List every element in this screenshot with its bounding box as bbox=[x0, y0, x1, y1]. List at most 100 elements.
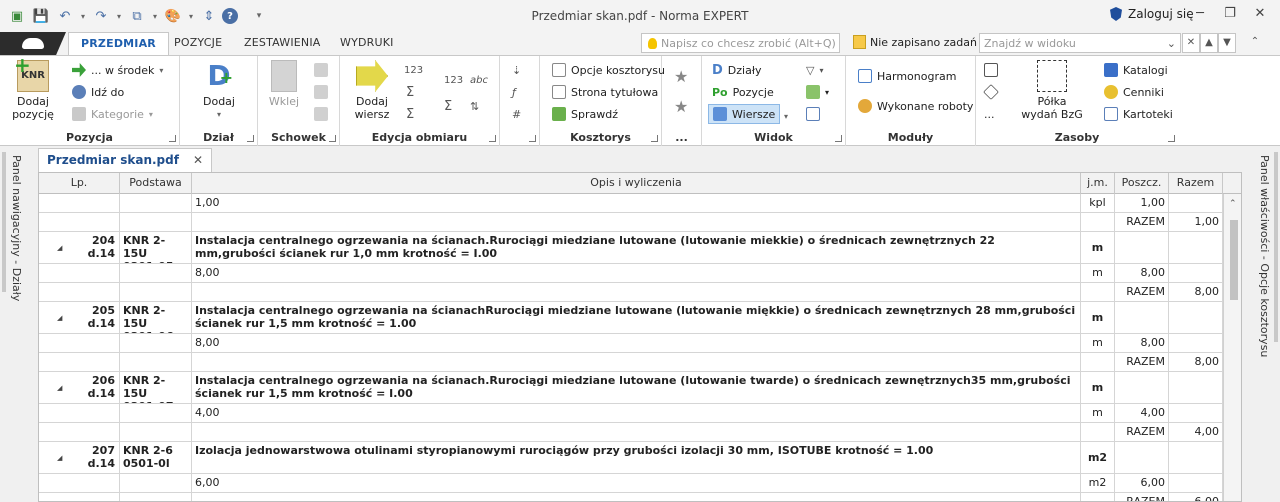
poszcz-cell[interactable] bbox=[1115, 372, 1169, 404]
undo-icon[interactable]: ↶ bbox=[54, 6, 76, 26]
title-page-button[interactable]: Strona tytułowa bbox=[552, 82, 658, 102]
column-header-poszcz[interactable]: Poszcz. bbox=[1115, 173, 1169, 194]
lp-cell[interactable]: ◢ 204 d.14 bbox=[39, 232, 120, 264]
tab-przedmiar[interactable]: PRZEDMIAR bbox=[68, 32, 169, 56]
check-button[interactable]: Sprawdź bbox=[552, 104, 618, 124]
opis-cell[interactable]: 8,00 bbox=[192, 334, 1081, 353]
jm-cell[interactable] bbox=[1081, 493, 1115, 501]
jm-cell[interactable] bbox=[1081, 353, 1115, 372]
sort-numbers-button[interactable]: ⇅ bbox=[470, 96, 479, 116]
scroll-up-icon[interactable]: ⌃ bbox=[1229, 199, 1237, 209]
poszcz-cell[interactable]: 6,00 bbox=[1115, 474, 1169, 493]
razem-cell[interactable]: 6,00 bbox=[1169, 493, 1223, 501]
lp-cell[interactable]: ◢ 205 d.14 bbox=[39, 302, 120, 334]
add-position-button[interactable]: KNR + Dodaj pozycję bbox=[8, 55, 58, 121]
poszcz-cell[interactable]: RAZEM bbox=[1115, 423, 1169, 442]
jm-cell[interactable] bbox=[1081, 423, 1115, 442]
podstawa-cell[interactable] bbox=[120, 474, 192, 493]
close-icon[interactable]: ✕ bbox=[193, 153, 203, 167]
column-header-razem[interactable]: Razem bbox=[1169, 173, 1223, 194]
price-lists-button[interactable]: Cenniki bbox=[1104, 82, 1164, 102]
file-menu-button[interactable] bbox=[0, 32, 66, 55]
opis-cell[interactable]: 8,00 bbox=[192, 264, 1081, 283]
poszcz-cell[interactable]: 8,00 bbox=[1115, 264, 1169, 283]
poszcz-cell[interactable]: RAZEM bbox=[1115, 493, 1169, 501]
lp-cell[interactable] bbox=[39, 353, 120, 372]
poszcz-cell[interactable]: 1,00 bbox=[1115, 194, 1169, 213]
opis-cell[interactable] bbox=[192, 283, 1081, 302]
document-tab[interactable]: Przedmiar skan.pdf ✕ bbox=[38, 148, 213, 172]
jm-cell[interactable]: m bbox=[1081, 302, 1115, 334]
poszcz-cell[interactable]: 4,00 bbox=[1115, 404, 1169, 423]
calculation-row[interactable]: 8,00 m 8,00 bbox=[39, 264, 1223, 283]
total-row[interactable]: RAZEM 6,00 bbox=[39, 493, 1223, 501]
number-mode-button[interactable]: 123 bbox=[444, 70, 463, 90]
function-button[interactable]: ƒ bbox=[512, 82, 516, 102]
total-row[interactable]: RAZEM 8,00 bbox=[39, 353, 1223, 372]
tab-zestawienia[interactable]: ZESTAWIENIA bbox=[244, 36, 321, 49]
opis-cell[interactable]: Instalacja centralnego ogrzewania na ści… bbox=[192, 302, 1081, 334]
right-properties-panel[interactable]: Panel właściwości - Opcje kosztorysu bbox=[1252, 147, 1280, 502]
podstawa-cell[interactable]: KNR 2-15U0301-05 bbox=[120, 232, 192, 264]
razem-cell[interactable]: 1,00 bbox=[1169, 213, 1223, 232]
poszcz-cell[interactable] bbox=[1115, 442, 1169, 474]
razem-cell[interactable] bbox=[1169, 474, 1223, 493]
restore-button[interactable]: ❐ bbox=[1216, 6, 1244, 26]
find-in-view-input[interactable]: Znajdź w widoku ⌄ bbox=[979, 33, 1181, 53]
collapse-ribbon-icon[interactable]: ⌃ bbox=[1246, 33, 1264, 53]
close-button[interactable]: ✕ bbox=[1246, 6, 1274, 26]
paste-button[interactable]: Wklej bbox=[264, 60, 304, 108]
calculation-row[interactable]: 4,00 m 4,00 bbox=[39, 404, 1223, 423]
catalogs-button[interactable]: Katalogi bbox=[1104, 60, 1168, 80]
clear-find-button[interactable]: ✕ bbox=[1182, 33, 1200, 53]
theme-dropdown-icon[interactable]: ▾ bbox=[186, 6, 196, 26]
text-mode-button[interactable]: abc bbox=[470, 70, 488, 90]
razem-cell[interactable] bbox=[1169, 302, 1223, 334]
expand-triangle-icon[interactable]: ◢ bbox=[57, 454, 62, 462]
undo-dropdown-icon[interactable]: ▾ bbox=[78, 6, 88, 26]
sort-icon[interactable]: ⇕ bbox=[198, 6, 220, 26]
view-sections-button[interactable]: D Działy bbox=[712, 60, 761, 80]
tab-wydruki[interactable]: WYDRUKI bbox=[340, 36, 394, 49]
podstawa-cell[interactable] bbox=[120, 194, 192, 213]
notes-view-button[interactable] bbox=[806, 104, 820, 124]
opis-cell[interactable] bbox=[192, 493, 1081, 501]
help-icon[interactable]: ? bbox=[222, 8, 238, 24]
login-button[interactable]: Zaloguj się bbox=[1110, 7, 1194, 21]
sum-mode-button[interactable]: Σ bbox=[444, 96, 452, 116]
jm-cell[interactable]: m bbox=[1081, 372, 1115, 404]
poszcz-cell[interactable]: RAZEM bbox=[1115, 353, 1169, 372]
opis-cell[interactable]: 6,00 bbox=[192, 474, 1081, 493]
position-row[interactable]: ◢ 205d.14 KNR 2-15U0301-06Instalacja centr… bbox=[39, 302, 1223, 334]
podstawa-cell[interactable]: KNR 2-15U0301-06 bbox=[120, 302, 192, 334]
filter-button[interactable]: ▽ ▾ bbox=[806, 60, 823, 80]
podstawa-cell[interactable] bbox=[120, 404, 192, 423]
column-header-lp[interactable]: Lp. bbox=[39, 173, 120, 194]
razem-cell[interactable]: 4,00 bbox=[1169, 423, 1223, 442]
dialog-launcher-icon[interactable] bbox=[1168, 135, 1175, 142]
cut-button[interactable] bbox=[314, 60, 328, 80]
total-row[interactable]: RAZEM 1,00 bbox=[39, 213, 1223, 232]
tab-pozycje[interactable]: POZYCJE bbox=[174, 36, 222, 49]
right-panel-label[interactable]: Panel właściwości - Opcje kosztorysu bbox=[1258, 155, 1271, 357]
lp-cell[interactable]: ◢ 206 d.14 bbox=[39, 372, 120, 404]
copy-button[interactable] bbox=[314, 82, 328, 102]
razem-cell[interactable] bbox=[1169, 264, 1223, 283]
redo-icon[interactable]: ↷ bbox=[90, 6, 112, 26]
lp-cell[interactable] bbox=[39, 194, 120, 213]
chevron-down-icon[interactable]: ⌄ bbox=[1167, 37, 1176, 50]
calculation-row[interactable]: 8,00 m 8,00 bbox=[39, 334, 1223, 353]
opis-cell[interactable]: Instalacja centralnego ogrzewania na ści… bbox=[192, 232, 1081, 264]
subtotal-button[interactable]: Σ bbox=[406, 104, 414, 124]
opis-cell[interactable]: 1,00 bbox=[192, 194, 1081, 213]
podstawa-cell[interactable] bbox=[120, 493, 192, 501]
jm-cell[interactable] bbox=[1081, 213, 1115, 232]
jm-cell[interactable]: kpl bbox=[1081, 194, 1115, 213]
lp-cell[interactable] bbox=[39, 334, 120, 353]
view-rows-button[interactable]: Wiersze bbox=[708, 104, 781, 124]
tell-me-search[interactable]: Napisz co chcesz zrobić (Alt+Q) bbox=[641, 33, 840, 53]
number-format-button[interactable]: 123 bbox=[404, 60, 423, 80]
opis-cell[interactable]: 4,00 bbox=[192, 404, 1081, 423]
podstawa-cell[interactable] bbox=[120, 264, 192, 283]
jm-cell[interactable]: m2 bbox=[1081, 442, 1115, 474]
